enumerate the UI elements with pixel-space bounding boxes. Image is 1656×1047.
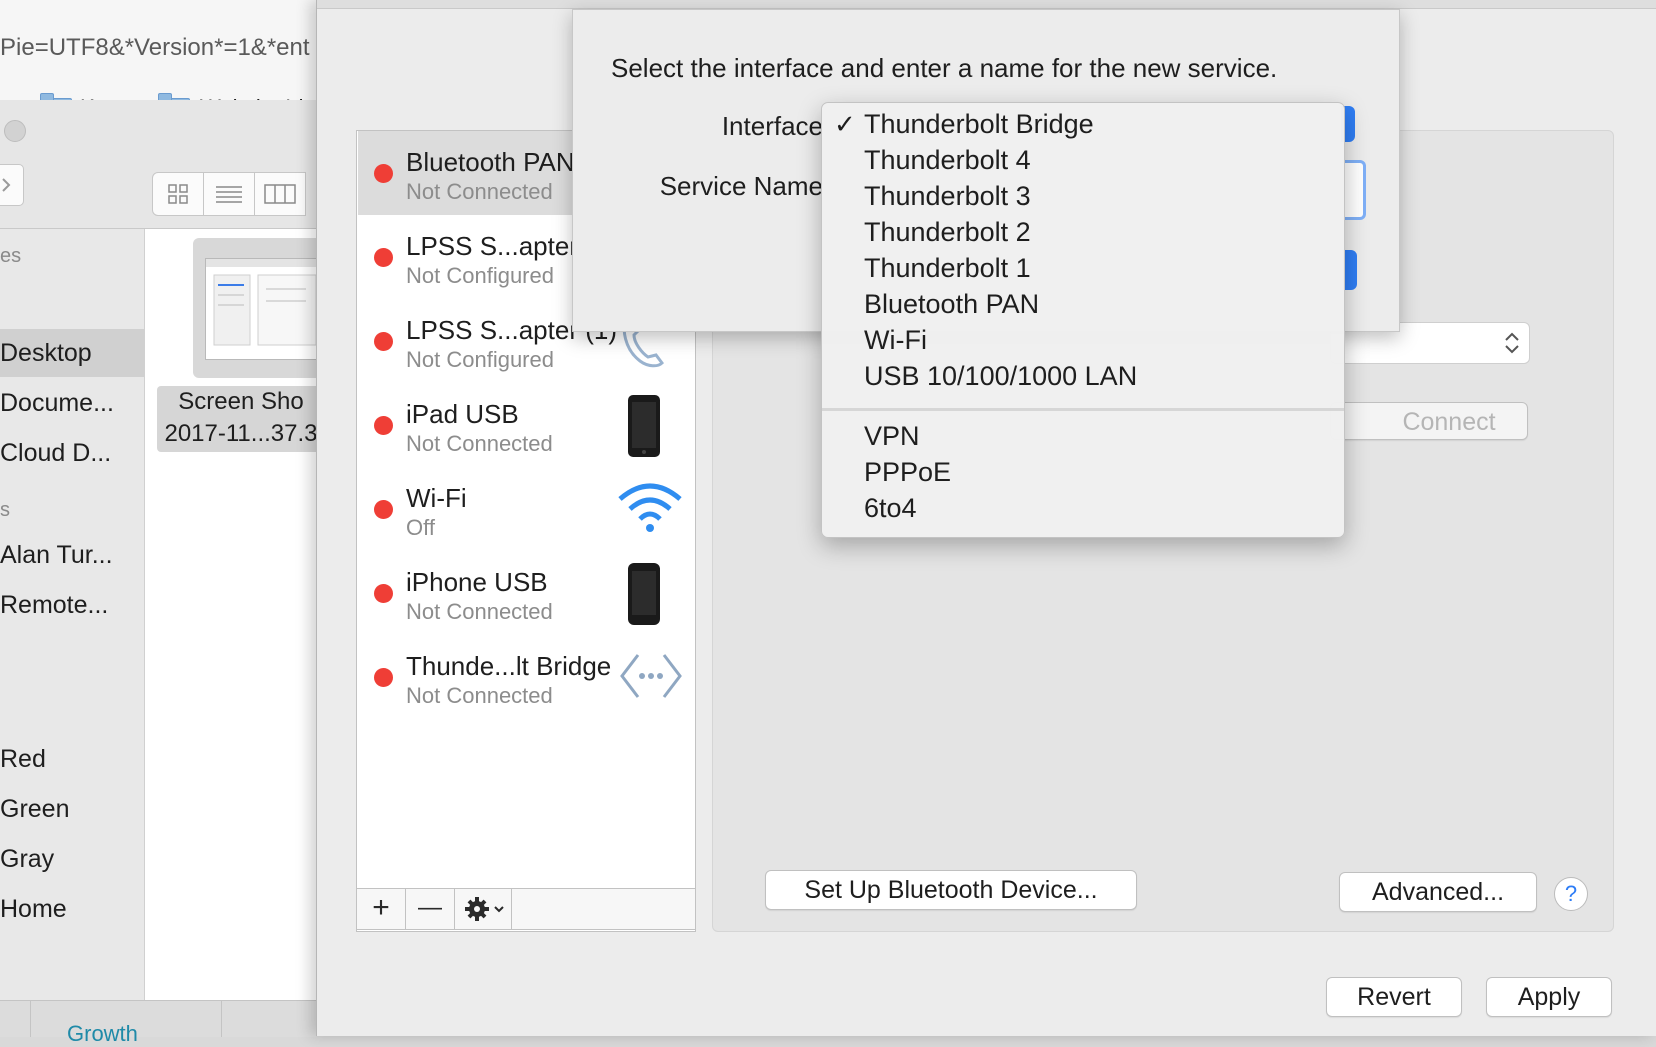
sidebar-item-remote-disc[interactable]: Remote... [0, 591, 108, 620]
iphone-icon [626, 561, 662, 632]
url-text: Pie=UTF8&*Version*=1&*ent [0, 34, 310, 61]
action-menu-button[interactable] [455, 889, 512, 929]
sheet-title: Select the interface and enter a name fo… [611, 53, 1278, 83]
sidebar-tag-green[interactable]: Green [0, 795, 69, 824]
status-dot-icon [374, 668, 393, 687]
service-status: Off [406, 515, 435, 540]
menu-item-6to4[interactable]: 6to4 [864, 493, 917, 524]
service-name: iPad USB [406, 399, 519, 429]
screenshot-preview-icon [205, 258, 325, 360]
status-dot-icon [374, 416, 393, 435]
menu-item-thunderbolt-3[interactable]: Thunderbolt 3 [864, 181, 1031, 212]
menu-item-wi-fi[interactable]: Wi-Fi [864, 325, 927, 356]
grid-icon [168, 184, 188, 204]
service-status: Not Configured [406, 347, 554, 372]
menu-item-thunderbolt-4[interactable]: Thunderbolt 4 [864, 145, 1031, 176]
service-status: Not Connected [406, 431, 553, 456]
sidebar-section-shared: s [0, 499, 10, 521]
list-icon [216, 186, 242, 203]
sidebar-tag-gray[interactable]: Gray [0, 845, 54, 874]
sidebar-item-documents[interactable]: Docume... [0, 389, 114, 418]
status-dot-icon [374, 164, 393, 183]
sidebar-item-icloud-drive[interactable]: Cloud D... [0, 439, 111, 468]
revert-button[interactable]: Revert [1326, 977, 1462, 1017]
service-name-field[interactable] [1343, 160, 1366, 220]
forward-button[interactable] [0, 164, 24, 206]
service-row[interactable]: iPad USB Not Connected [358, 383, 694, 467]
menu-item-pppoe[interactable]: PPPoE [864, 457, 951, 488]
remove-service-button[interactable]: — [406, 889, 455, 929]
status-dot-icon [374, 584, 393, 603]
service-row[interactable]: iPhone USB Not Connected [358, 551, 694, 635]
service-status: Not Connected [406, 179, 553, 204]
gear-icon [465, 897, 504, 921]
service-name: LPSS S...apter [406, 231, 578, 261]
sidebar-tag-home[interactable]: Home [0, 895, 67, 924]
file-name-line1: Screen Sho [178, 388, 304, 415]
columns-icon [264, 184, 296, 204]
checkmark-icon: ✓ [834, 109, 856, 139]
service-list-toolbar: + — [356, 888, 696, 930]
status-dot-icon [374, 248, 393, 267]
column-view-button[interactable] [254, 172, 306, 216]
finder-window: Pie=UTF8&*Version*=1&*ent ent Korea Webs… [0, 0, 325, 1046]
menu-item-thunderbolt-bridge[interactable]: Thunderbolt Bridge [864, 109, 1094, 140]
file-name-line2: 2017-11...37.3 [164, 420, 318, 447]
menu-separator [822, 408, 1344, 411]
service-status: Not Configured [406, 263, 554, 288]
service-name: Wi-Fi [406, 483, 467, 513]
help-button[interactable]: ? [1554, 877, 1588, 911]
menu-item-thunderbolt-2[interactable]: Thunderbolt 2 [864, 217, 1031, 248]
list-view-button[interactable] [203, 172, 255, 216]
create-button[interactable] [1343, 250, 1357, 290]
service-name-label: Service Name [659, 171, 823, 201]
browser-url-bar[interactable]: Pie=UTF8&*Version*=1&*ent [0, 0, 316, 101]
finder-statusbar: Growth [0, 1000, 316, 1046]
service-name: Thunde...lt Bridge [406, 651, 612, 681]
setup-bluetooth-device-button[interactable]: Set Up Bluetooth Device... [765, 870, 1137, 910]
status-dot-icon [374, 332, 393, 351]
file-name-label[interactable]: Screen Sho 2017-11...37.3 [157, 386, 325, 452]
interface-label: Interface [721, 111, 823, 141]
window-zoom-button[interactable] [4, 120, 26, 142]
statusbar-tab-label: Growth [67, 1021, 138, 1046]
add-service-button[interactable]: + [357, 889, 406, 929]
menu-item-usb-lan[interactable]: USB 10/100/1000 LAN [864, 361, 1137, 392]
apply-button[interactable]: Apply [1486, 977, 1612, 1017]
sidebar-item-alan-turing[interactable]: Alan Tur... [0, 541, 113, 570]
updown-chevron-icon [1505, 332, 1519, 354]
wifi-icon [616, 479, 684, 540]
sidebar-section-favorites: es [0, 245, 22, 267]
icon-view-button[interactable] [152, 172, 204, 216]
status-dot-icon [374, 500, 393, 519]
sidebar-tag-red[interactable]: Red [0, 745, 46, 774]
service-name: iPhone USB [406, 567, 548, 597]
ipad-icon [626, 393, 662, 464]
menu-item-bluetooth-pan[interactable]: Bluetooth PAN [864, 289, 1039, 320]
menu-item-vpn[interactable]: VPN [864, 421, 920, 452]
chevron-right-icon [2, 178, 11, 192]
service-status: Not Connected [406, 683, 553, 708]
service-row[interactable]: Wi-Fi Off [358, 467, 694, 551]
service-status: Not Connected [406, 599, 553, 624]
interface-popup-menu: ✓ Thunderbolt Bridge Thunderbolt 4 Thund… [821, 102, 1345, 538]
finder-sidebar: es Desktop Docume... Cloud D... s Alan T… [0, 229, 145, 1001]
statusbar-tab[interactable]: Growth [30, 1001, 222, 1046]
connect-button[interactable]: Connect [1330, 402, 1528, 440]
window-titlebar-edge [317, 0, 1656, 9]
thunderbolt-bridge-icon [618, 651, 684, 706]
menu-item-thunderbolt-1[interactable]: Thunderbolt 1 [864, 253, 1031, 284]
service-name: Bluetooth PAN [406, 147, 575, 177]
service-row[interactable]: Thunde...lt Bridge Not Connected [358, 635, 694, 719]
sidebar-item-desktop[interactable]: Desktop [0, 339, 92, 368]
advanced-button[interactable]: Advanced... [1339, 872, 1537, 912]
